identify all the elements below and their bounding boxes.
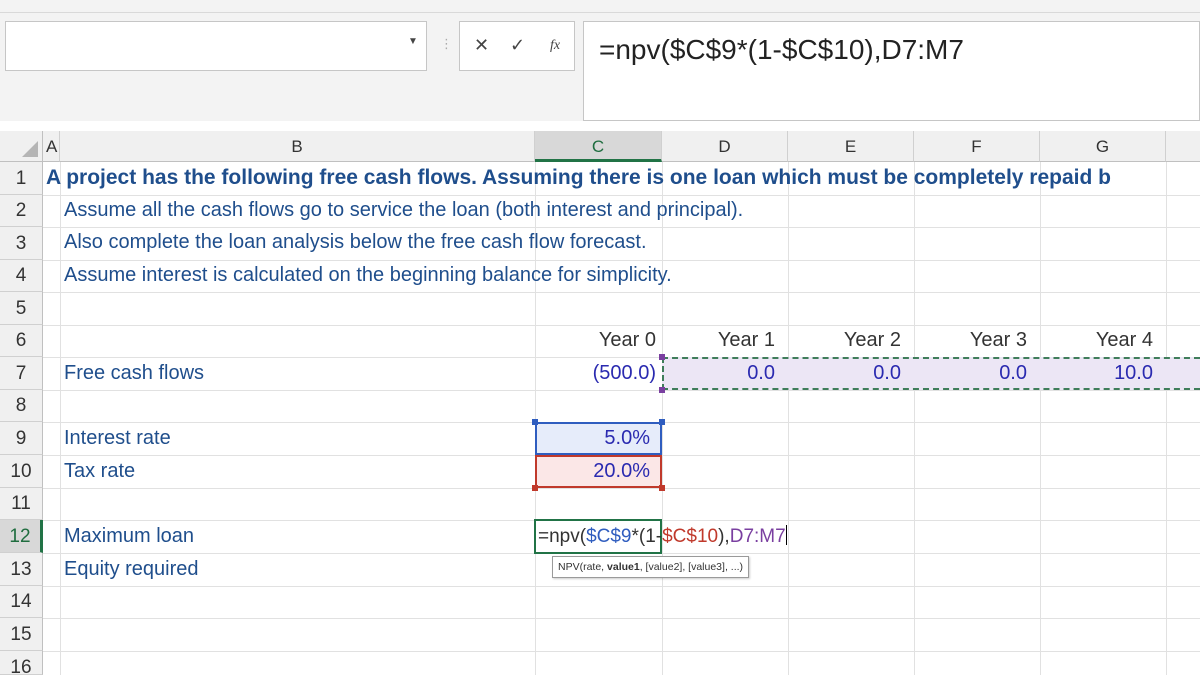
col-header-next[interactable]: [1166, 131, 1200, 162]
cell-g7[interactable]: 10.0: [1040, 362, 1153, 385]
row-header[interactable]: 12: [0, 520, 43, 553]
range-handle-icon[interactable]: [532, 419, 538, 425]
row-header[interactable]: 4: [0, 260, 43, 292]
range-handle-icon[interactable]: [659, 485, 665, 491]
cell-e7[interactable]: 0.0: [788, 362, 901, 385]
cell-b10[interactable]: Tax rate: [64, 460, 135, 483]
name-box[interactable]: [5, 21, 427, 71]
cell-a1[interactable]: A project has the following free cash fl…: [46, 166, 1200, 190]
col-header-f[interactable]: F: [914, 131, 1040, 162]
cell-b2[interactable]: Assume all the cash flows go to service …: [64, 199, 743, 222]
row-header[interactable]: 1: [0, 162, 43, 195]
range-handle-icon[interactable]: [659, 387, 665, 393]
row-header[interactable]: 2: [0, 195, 43, 227]
name-box-dropdown-icon[interactable]: ▼: [408, 36, 418, 47]
row-header[interactable]: 5: [0, 292, 43, 325]
col-header-e[interactable]: E: [788, 131, 914, 162]
cell-b12[interactable]: Maximum loan: [64, 525, 194, 548]
row-header[interactable]: 9: [0, 422, 43, 455]
col-header-a[interactable]: A: [43, 131, 60, 162]
row-header[interactable]: 13: [0, 553, 43, 586]
row-header[interactable]: 8: [0, 390, 43, 422]
tooltip-rest: , [value2], [value3], ...): [639, 561, 744, 573]
row-header[interactable]: 15: [0, 618, 43, 651]
cell-b7[interactable]: Free cash flows: [64, 362, 204, 385]
text-cursor: [785, 525, 787, 545]
col-header-b[interactable]: B: [60, 131, 535, 162]
row-header[interactable]: 14: [0, 586, 43, 618]
formula-ref-c10: $C$10: [662, 526, 719, 547]
formula-input[interactable]: =npv($C$9*(1-$C$10),D7:M7: [583, 21, 1200, 121]
col-header-c[interactable]: C: [535, 131, 662, 162]
row-header[interactable]: 6: [0, 325, 43, 357]
row-header[interactable]: 7: [0, 357, 43, 390]
range-handle-icon[interactable]: [659, 419, 665, 425]
enter-icon[interactable]: ✓: [510, 35, 525, 56]
range-handle-icon[interactable]: [532, 485, 538, 491]
cell-d7[interactable]: 0.0: [662, 362, 775, 385]
cell-b4[interactable]: Assume interest is calculated on the beg…: [64, 264, 672, 287]
formula-ref-d7-m7: D7:M7: [729, 526, 786, 547]
cell-f7[interactable]: 0.0: [914, 362, 1027, 385]
ribbon-strip: [0, 0, 1200, 13]
formula-bar-grip-icon[interactable]: ⋮: [440, 36, 454, 52]
row-header[interactable]: 16: [0, 651, 43, 675]
function-tooltip[interactable]: NPV(rate, value1, [value2], [value3], ..…: [552, 556, 750, 578]
formula-ref-c9: $C$9: [586, 526, 632, 547]
row-header[interactable]: 11: [0, 488, 43, 520]
row-header[interactable]: 10: [0, 455, 43, 488]
cell-c10[interactable]: 20.0%: [535, 460, 650, 483]
cell-c7[interactable]: (500.0): [535, 362, 656, 385]
cell-c6[interactable]: Year 0: [535, 329, 656, 352]
cell-b13[interactable]: Equity required: [64, 558, 199, 581]
cell-f6[interactable]: Year 3: [914, 329, 1027, 352]
tooltip-function[interactable]: NPV(rate,: [558, 561, 607, 573]
range-handle-icon[interactable]: [659, 354, 665, 360]
select-all-icon[interactable]: [22, 141, 38, 157]
formula-buttons: ✕ ✓ fx: [459, 21, 575, 71]
formula-op-text: ),: [718, 526, 730, 547]
row-header[interactable]: 3: [0, 227, 43, 260]
col-header-d[interactable]: D: [662, 131, 788, 162]
tooltip-current-arg: value1: [607, 561, 640, 573]
cell-c9[interactable]: 5.0%: [535, 427, 650, 450]
cell-b9[interactable]: Interest rate: [64, 427, 171, 450]
cell-g6[interactable]: Year 4: [1040, 329, 1153, 352]
col-header-g[interactable]: G: [1040, 131, 1166, 162]
cell-b3[interactable]: Also complete the loan analysis below th…: [64, 231, 647, 254]
formula-op-text: *(1-: [631, 526, 663, 547]
cancel-icon[interactable]: ✕: [474, 35, 489, 56]
cell-c12-editor[interactable]: =npv($C$9*(1-$C$10),D7:M7: [538, 525, 787, 548]
insert-function-icon[interactable]: fx: [550, 38, 560, 54]
cell-e6[interactable]: Year 2: [788, 329, 901, 352]
formula-fn-text: =npv(: [538, 526, 587, 547]
cell-d6[interactable]: Year 1: [662, 329, 775, 352]
